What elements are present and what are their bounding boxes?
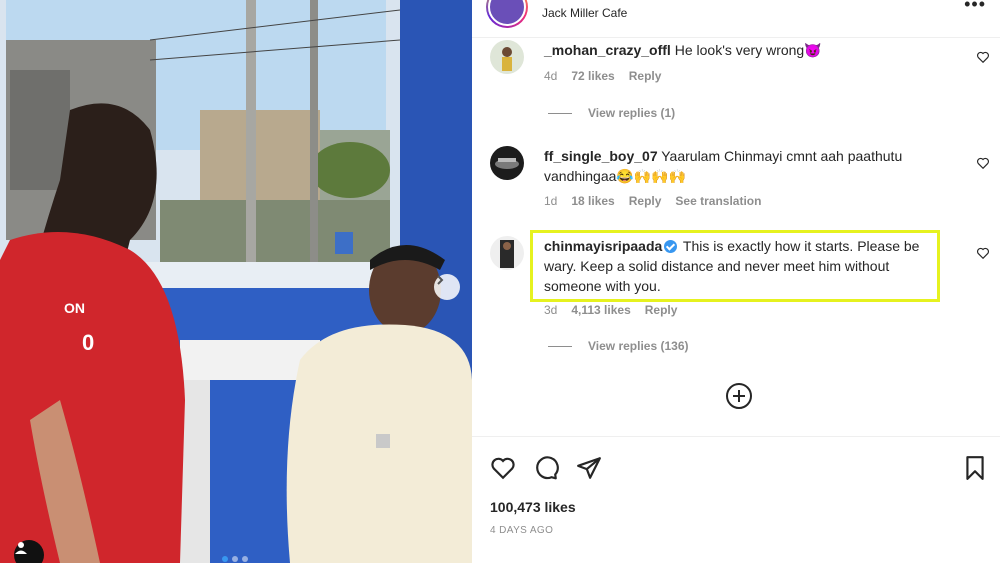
comment-age: 3d <box>544 303 558 317</box>
comment-meta: 1d 18 likes Reply See translation <box>544 194 761 208</box>
view-replies-button[interactable]: View replies (136) <box>548 339 689 353</box>
avatar-image <box>490 236 524 270</box>
post-header: Jack Miller Cafe ••• <box>472 0 1000 38</box>
see-translation-button[interactable]: See translation <box>675 194 761 208</box>
post-date: 4 DAYS AGO <box>490 525 554 536</box>
comment-username[interactable]: _mohan_crazy_offl <box>544 42 671 58</box>
highlight-box <box>530 230 940 302</box>
like-comment-heart-icon[interactable] <box>976 246 990 260</box>
comment-meta: 3d 4,113 likes Reply <box>544 303 677 317</box>
carousel-dots <box>222 556 248 562</box>
commenter-avatar[interactable] <box>490 40 524 74</box>
view-replies-label: View replies (136) <box>588 339 689 353</box>
like-heart-icon[interactable] <box>490 455 516 481</box>
user-icon <box>15 542 27 554</box>
shirt-text: ON <box>64 300 85 316</box>
avatar-image <box>490 40 524 74</box>
comment-bubble-icon[interactable] <box>533 455 559 481</box>
comment-meta: 4d 72 likes Reply <box>544 69 661 83</box>
reply-button[interactable]: Reply <box>629 194 662 208</box>
like-comment-heart-icon[interactable] <box>976 156 990 170</box>
view-replies-label: View replies (1) <box>588 106 676 120</box>
comment-likes[interactable]: 72 likes <box>571 69 614 83</box>
post-photo: ON 0 <box>0 0 472 563</box>
photo-illustration <box>0 0 472 563</box>
plus-icon <box>733 390 745 402</box>
comment-username[interactable]: ff_single_boy_07 <box>544 148 658 164</box>
post-actions: 100,473 likes 4 DAYS AGO <box>472 436 1000 563</box>
divider-line <box>548 345 572 347</box>
reply-button[interactable]: Reply <box>629 69 662 83</box>
reply-button[interactable]: Reply <box>645 303 678 317</box>
carousel-dot <box>232 556 238 562</box>
comment-likes[interactable]: 4,113 likes <box>571 303 630 317</box>
divider-line <box>548 112 572 114</box>
more-options-icon[interactable]: ••• <box>964 0 986 15</box>
commenter-avatar[interactable] <box>490 146 524 180</box>
commenter-avatar[interactable] <box>490 236 524 270</box>
share-send-icon[interactable] <box>576 455 602 481</box>
view-replies-button[interactable]: View replies (1) <box>548 106 675 120</box>
comment-text: He look's very wrong😈 <box>674 42 822 58</box>
carousel-dot <box>242 556 248 562</box>
bookmark-icon[interactable] <box>962 455 988 481</box>
comment-text-block: _mohan_crazy_offl He look's very wrong😈 <box>544 40 939 60</box>
carousel-dot <box>222 556 228 562</box>
like-comment-heart-icon[interactable] <box>976 50 990 64</box>
shirt-number: 0 <box>82 330 95 355</box>
chevron-right-icon <box>437 275 444 285</box>
comment-text-block: ff_single_boy_07 Yaarulam Chinmayi cmnt … <box>544 146 939 186</box>
post-location[interactable]: Jack Miller Cafe <box>542 6 627 20</box>
comment-likes[interactable]: 18 likes <box>571 194 614 208</box>
load-more-comments-button[interactable] <box>726 383 752 409</box>
post-likes-count[interactable]: 100,473 likes <box>490 499 576 515</box>
tagged-users-button[interactable] <box>14 540 44 563</box>
comment-age: 1d <box>544 194 558 208</box>
comment-age: 4d <box>544 69 558 83</box>
next-photo-button[interactable] <box>434 274 460 300</box>
author-avatar[interactable] <box>486 0 528 28</box>
avatar-image <box>490 146 524 180</box>
